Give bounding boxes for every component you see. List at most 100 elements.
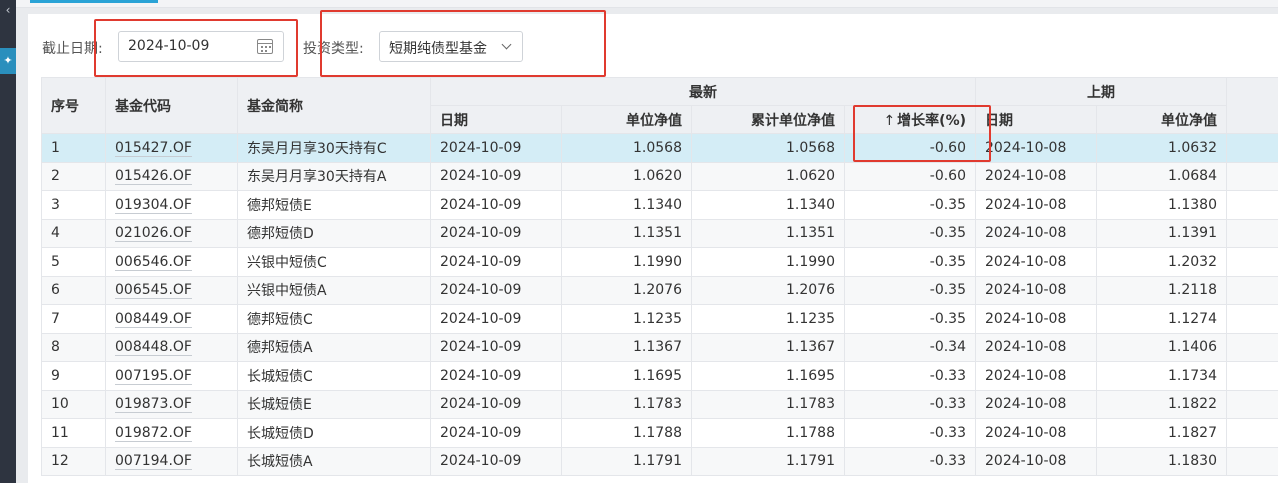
- table-row[interactable]: 5 006546.OF 兴银中短债C 2024-10-09 1.1990 1.1…: [41, 247, 1278, 277]
- cell-code[interactable]: 006545.OF: [105, 275, 238, 305]
- col-prev-date-header[interactable]: 日期: [975, 105, 1097, 134]
- fund-code-link[interactable]: 007195.OF: [115, 367, 192, 385]
- cell-nav: 1.1695: [561, 361, 692, 391]
- cell-extra: [1226, 133, 1278, 163]
- cell-code[interactable]: 008448.OF: [105, 332, 238, 362]
- table-row[interactable]: 11 019872.OF 长城短债D 2024-10-09 1.1788 1.1…: [41, 418, 1278, 448]
- table-row[interactable]: 4 021026.OF 德邦短债D 2024-10-09 1.1351 1.13…: [41, 218, 1278, 248]
- cell-code[interactable]: 008449.OF: [105, 304, 238, 334]
- col-code-header[interactable]: 基金代码: [105, 77, 238, 134]
- cell-seq: 1: [41, 133, 106, 163]
- table-row[interactable]: 7 008449.OF 德邦短债C 2024-10-09 1.1235 1.12…: [41, 304, 1278, 334]
- cell-prev-nav: 1.1822: [1096, 389, 1227, 419]
- cell-code[interactable]: 019872.OF: [105, 418, 238, 448]
- cell-growth: -0.34: [844, 332, 976, 362]
- cell-date: 2024-10-09: [430, 161, 562, 191]
- fund-code-link[interactable]: 008448.OF: [115, 339, 192, 357]
- col-acc-nav-header[interactable]: 累计单位净值: [691, 105, 845, 134]
- cell-date: 2024-10-09: [430, 446, 562, 476]
- cell-nav: 1.1990: [561, 247, 692, 277]
- cell-seq: 7: [41, 304, 106, 334]
- table-row[interactable]: 2 015426.OF 东吴月月享30天持有A 2024-10-09 1.062…: [41, 161, 1278, 191]
- cell-code[interactable]: 019873.OF: [105, 389, 238, 419]
- cell-prev-date: 2024-10-08: [975, 161, 1097, 191]
- cell-code[interactable]: 021026.OF: [105, 218, 238, 248]
- cell-seq: 9: [41, 361, 106, 391]
- cell-name: 兴银中短债A: [237, 275, 431, 305]
- sort-ascending-icon[interactable]: ↑: [883, 113, 895, 129]
- cell-name: 德邦短债D: [237, 218, 431, 248]
- cell-prev-nav: 1.1380: [1096, 190, 1227, 220]
- cell-growth: -0.60: [844, 161, 976, 191]
- cell-acc-nav: 1.1783: [691, 389, 845, 419]
- table-row[interactable]: 6 006545.OF 兴银中短债A 2024-10-09 1.2076 1.2…: [41, 275, 1278, 305]
- table-row[interactable]: 8 008448.OF 德邦短债A 2024-10-09 1.1367 1.13…: [41, 332, 1278, 362]
- cell-name: 长城短债D: [237, 418, 431, 448]
- cell-name: 德邦短债E: [237, 190, 431, 220]
- fund-code-link[interactable]: 015427.OF: [115, 139, 192, 157]
- active-tab-indicator[interactable]: [30, 0, 158, 3]
- sidebar-tab-icon[interactable]: ✦: [0, 48, 16, 74]
- fund-code-link[interactable]: 008449.OF: [115, 310, 192, 328]
- cell-code[interactable]: 007194.OF: [105, 446, 238, 476]
- fund-code-link[interactable]: 019872.OF: [115, 424, 192, 442]
- cell-extra: [1226, 418, 1278, 448]
- cell-acc-nav: 1.0568: [691, 133, 845, 163]
- cell-acc-nav: 1.1990: [691, 247, 845, 277]
- cell-name: 东吴月月享30天持有C: [237, 133, 431, 163]
- col-growth-header[interactable]: ↑ 增长率(%): [844, 105, 976, 134]
- cell-code[interactable]: 019304.OF: [105, 190, 238, 220]
- cell-prev-nav: 1.0632: [1096, 133, 1227, 163]
- col-prev-nav-header[interactable]: 单位净值: [1096, 105, 1227, 134]
- cell-extra: [1226, 275, 1278, 305]
- table-row[interactable]: 1 015427.OF 东吴月月享30天持有C 2024-10-09 1.056…: [41, 133, 1278, 163]
- cell-prev-date: 2024-10-08: [975, 190, 1097, 220]
- type-select[interactable]: 短期纯债型基金: [379, 31, 523, 62]
- fund-code-link[interactable]: 019873.OF: [115, 396, 192, 414]
- cell-code[interactable]: 006546.OF: [105, 247, 238, 277]
- cell-date: 2024-10-09: [430, 247, 562, 277]
- cell-growth: -0.33: [844, 446, 976, 476]
- cell-date: 2024-10-09: [430, 361, 562, 391]
- extra-column-header: [1226, 77, 1278, 134]
- cell-growth: -0.35: [844, 304, 976, 334]
- table-row[interactable]: 9 007195.OF 长城短债C 2024-10-09 1.1695 1.16…: [41, 361, 1278, 391]
- fund-code-link[interactable]: 006545.OF: [115, 282, 192, 300]
- date-label: 截止日期:: [42, 41, 103, 57]
- cell-extra: [1226, 304, 1278, 334]
- cell-extra: [1226, 389, 1278, 419]
- cell-prev-nav: 1.1391: [1096, 218, 1227, 248]
- cell-prev-date: 2024-10-08: [975, 446, 1097, 476]
- cell-prev-date: 2024-10-08: [975, 389, 1097, 419]
- col-nav-header[interactable]: 单位净值: [561, 105, 692, 134]
- calendar-icon[interactable]: [257, 39, 273, 54]
- col-seq-header[interactable]: 序号: [41, 77, 106, 134]
- cell-date: 2024-10-09: [430, 218, 562, 248]
- cell-growth: -0.33: [844, 389, 976, 419]
- date-picker[interactable]: 2024-10-09: [118, 31, 284, 62]
- fund-code-link[interactable]: 019304.OF: [115, 196, 192, 214]
- col-name-header[interactable]: 基金简称: [237, 77, 431, 134]
- header-row-group: 序号 基金代码 基金简称 最新 上期: [41, 77, 1278, 134]
- cell-code[interactable]: 015426.OF: [105, 161, 238, 191]
- cell-date: 2024-10-09: [430, 332, 562, 362]
- type-label: 投资类型:: [303, 41, 364, 57]
- table-row[interactable]: 10 019873.OF 长城短债E 2024-10-09 1.1783 1.1…: [41, 389, 1278, 419]
- cell-seq: 5: [41, 247, 106, 277]
- fund-code-link[interactable]: 007194.OF: [115, 453, 192, 471]
- col-date-header[interactable]: 日期: [430, 105, 562, 134]
- cell-seq: 4: [41, 218, 106, 248]
- table-row[interactable]: 12 007194.OF 长城短债A 2024-10-09 1.1791 1.1…: [41, 446, 1278, 476]
- collapse-chevron-icon[interactable]: ‹: [0, 0, 16, 22]
- cell-acc-nav: 1.1367: [691, 332, 845, 362]
- group-prev-header: 上期: [975, 77, 1227, 106]
- fund-code-link[interactable]: 015426.OF: [115, 168, 192, 186]
- table-row[interactable]: 3 019304.OF 德邦短债E 2024-10-09 1.1340 1.13…: [41, 190, 1278, 220]
- fund-code-link[interactable]: 021026.OF: [115, 225, 192, 243]
- cell-seq: 6: [41, 275, 106, 305]
- fund-code-link[interactable]: 006546.OF: [115, 253, 192, 271]
- cell-code[interactable]: 015427.OF: [105, 133, 238, 163]
- cell-extra: [1226, 161, 1278, 191]
- cell-seq: 12: [41, 446, 106, 476]
- cell-code[interactable]: 007195.OF: [105, 361, 238, 391]
